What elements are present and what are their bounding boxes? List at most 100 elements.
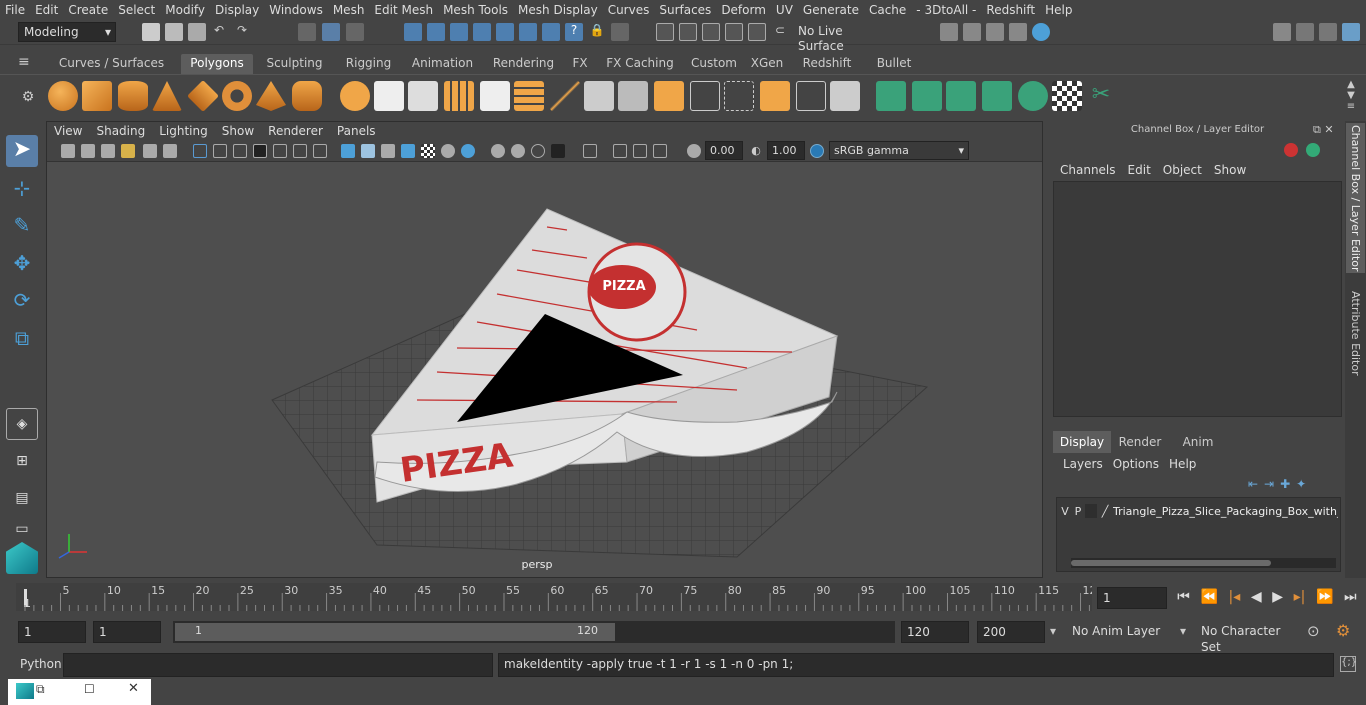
poly-pyramid-icon[interactable]	[256, 81, 286, 111]
viewport-menu-shading[interactable]: Shading	[89, 124, 152, 138]
time-slider[interactable]: 1 5 10 15 20 25 30 35 40 45 50 55 60 65 70 75 80 85 90 95 1…	[16, 583, 1092, 611]
depth-of-field-icon[interactable]	[551, 144, 565, 158]
save-scene-icon[interactable]	[188, 23, 206, 41]
mode-selector[interactable]: Modeling ▾	[18, 22, 116, 42]
uv-unfold-icon[interactable]	[1018, 81, 1048, 111]
command-input[interactable]	[63, 653, 493, 677]
animation-end-field[interactable]: 200	[977, 621, 1045, 643]
viewport-menu-show[interactable]: Show	[215, 124, 261, 138]
select-component-icon[interactable]	[346, 23, 364, 41]
channel-menu-show[interactable]: Show	[1202, 163, 1246, 177]
extrude-icon[interactable]	[584, 81, 614, 111]
viewport-menu-lighting[interactable]: Lighting	[152, 124, 215, 138]
connect-icon[interactable]	[796, 81, 826, 111]
play-backwards-icon[interactable]: ◀	[1251, 589, 1262, 605]
ambient-occlusion-icon[interactable]	[381, 144, 395, 158]
tab-attribute-editor[interactable]: Attribute Editor	[1346, 283, 1365, 383]
character-set-select[interactable]: No Character Set	[1196, 621, 1300, 654]
gamma-icon[interactable]: ◐	[749, 144, 763, 158]
speed-icon[interactable]	[1306, 143, 1320, 157]
insert-edge-loop-icon[interactable]	[690, 81, 720, 111]
poly-cone-icon[interactable]	[152, 81, 182, 111]
anim-layer-select[interactable]: No Anim Layer	[1067, 621, 1172, 643]
gamma-field[interactable]: 1.00	[767, 141, 805, 160]
bevel-icon[interactable]	[514, 81, 544, 111]
uv-cut-icon[interactable]: ✂	[1086, 81, 1116, 111]
shadows-icon[interactable]	[361, 144, 375, 158]
menu-deform[interactable]: Deform	[716, 3, 771, 17]
poly-pipe-icon[interactable]	[292, 81, 322, 111]
minimized-window[interactable]: ⧉ ☐ ✕	[8, 679, 151, 705]
render-current-frame-icon[interactable]	[963, 23, 981, 41]
menu-help[interactable]: Help	[1040, 3, 1077, 17]
menu-display[interactable]: Display	[210, 3, 264, 17]
menu-file[interactable]: File	[0, 3, 30, 17]
camera-gate-icon[interactable]	[653, 144, 667, 158]
channel-menu-channels[interactable]: Channels	[1048, 163, 1116, 177]
menu-curves[interactable]: Curves	[603, 3, 655, 17]
uv-cylindrical-icon[interactable]	[912, 81, 942, 111]
poly-sphere-icon[interactable]	[48, 81, 78, 111]
undo-icon[interactable]: ↶	[210, 23, 228, 41]
shelf-tab-rendering[interactable]: Rendering	[484, 54, 563, 74]
menu-mesh-tools[interactable]: Mesh Tools	[438, 3, 513, 17]
smooth-shade-icon[interactable]	[213, 144, 227, 158]
snap-to-view-plane-icon[interactable]	[725, 23, 743, 41]
menu-redshift[interactable]: Redshift	[981, 3, 1040, 17]
menu-edit-mesh[interactable]: Edit Mesh	[369, 3, 438, 17]
lasso-tool-icon[interactable]: ⊹	[6, 173, 38, 205]
scene-view[interactable]: PIZZA PIZZA persp	[47, 162, 1043, 578]
image-plane-icon[interactable]	[121, 144, 135, 158]
shelf-menu-icon[interactable]: ≡	[18, 55, 36, 70]
select-by-surface-icon[interactable]	[473, 23, 491, 41]
single-perspective-layout-icon[interactable]: ◈	[6, 408, 38, 440]
uv-spherical-icon[interactable]	[946, 81, 976, 111]
script-language-label[interactable]: Python	[20, 657, 62, 671]
shelf-tab-curves-surfaces[interactable]: Curves / Surfaces	[44, 54, 179, 74]
bridge-icon[interactable]	[618, 81, 648, 111]
new-scene-icon[interactable]	[142, 23, 160, 41]
layer-tab-anim[interactable]: Anim	[1169, 431, 1227, 453]
xray-joints-icon[interactable]	[441, 144, 455, 158]
offset-edge-loop-icon[interactable]	[724, 81, 754, 111]
four-view-layout-icon[interactable]: ⊞	[6, 446, 38, 478]
select-by-dynamic-icon[interactable]	[519, 23, 537, 41]
uv-planar-icon[interactable]	[876, 81, 906, 111]
chevron-down-icon[interactable]: ▾	[1050, 624, 1056, 638]
anti-aliasing-icon[interactable]	[531, 144, 545, 158]
poly-cylinder-icon[interactable]	[118, 81, 148, 111]
menu-cache[interactable]: Cache	[864, 3, 911, 17]
ipr-render-icon[interactable]	[986, 23, 1004, 41]
quad-draw-icon[interactable]	[830, 81, 860, 111]
select-by-joint-icon[interactable]	[427, 23, 445, 41]
outliner-layout-icon[interactable]: ▤	[6, 483, 38, 515]
maximize-icon[interactable]: ☐	[84, 682, 95, 696]
layer-tab-render[interactable]: Render	[1111, 431, 1169, 453]
separate-icon[interactable]	[374, 81, 404, 111]
menu-uv[interactable]: UV	[771, 3, 798, 17]
range-slider[interactable]: 1 120	[173, 621, 895, 643]
select-object-icon[interactable]	[322, 23, 340, 41]
open-scene-icon[interactable]	[165, 23, 183, 41]
select-by-deformation-icon[interactable]	[496, 23, 514, 41]
append-polygon-icon[interactable]	[654, 81, 684, 111]
uv-automatic-icon[interactable]	[982, 81, 1012, 111]
lock-icon[interactable]: 🔒	[588, 23, 606, 41]
step-forward-key-icon[interactable]: ▸|	[1294, 589, 1306, 605]
camera-attributes-icon[interactable]	[81, 144, 95, 158]
shelf-tab-custom[interactable]: Custom	[685, 54, 743, 74]
layer-row[interactable]: V P ╱ Triangle_Pizza_Slice_Packaging_Box…	[1059, 502, 1339, 520]
menu-create[interactable]: Create	[63, 3, 113, 17]
chevron-down-icon[interactable]: ▾	[1180, 624, 1186, 638]
layer-tab-display[interactable]: Display	[1053, 431, 1111, 453]
shelf-tab-fx-caching[interactable]: FX Caching	[597, 54, 683, 74]
film-gate-icon[interactable]	[163, 144, 177, 158]
redo-icon[interactable]: ↷	[233, 23, 251, 41]
auto-key-icon[interactable]: ⊙	[1307, 622, 1320, 640]
frame-all-icon[interactable]	[613, 144, 627, 158]
camera-select-icon[interactable]	[61, 144, 75, 158]
menu-windows[interactable]: Windows	[264, 3, 328, 17]
move-tool-icon[interactable]: ✥	[6, 248, 38, 280]
channel-menu-object[interactable]: Object	[1151, 163, 1202, 177]
playback-start-field[interactable]: 1	[93, 621, 161, 643]
